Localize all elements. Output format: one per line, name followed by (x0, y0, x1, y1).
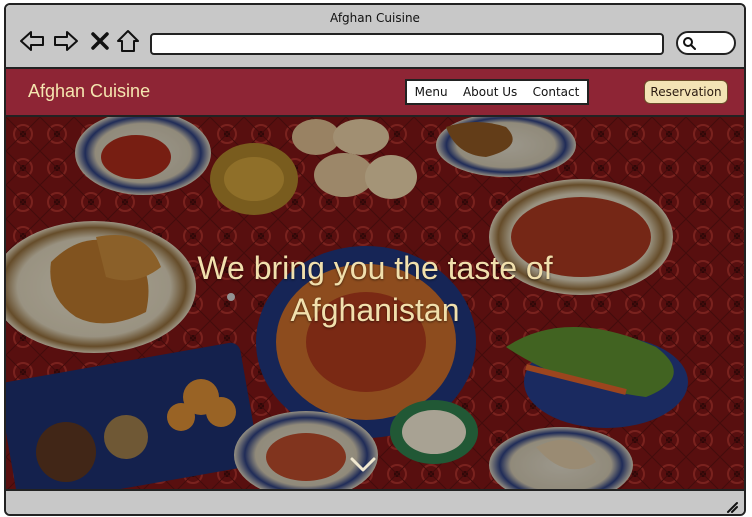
search-icon (683, 37, 696, 50)
menu-link-menu[interactable]: Menu (415, 85, 448, 99)
status-bar (6, 489, 744, 514)
reservation-button[interactable]: Reservation (644, 80, 728, 104)
back-arrow-icon[interactable] (18, 27, 46, 55)
browser-toolbar: Afghan Cuisine (6, 5, 744, 69)
hero-banner: We bring you the taste of Afghanistan (6, 117, 744, 489)
hero-heading-line-1: We bring you the taste of (197, 250, 553, 286)
chevron-down-icon[interactable] (349, 453, 377, 475)
site-navbar: Afghan Cuisine Menu About Us Contact Res… (6, 69, 744, 117)
menu-link-about-us[interactable]: About Us (463, 85, 517, 99)
resize-grip-icon[interactable] (722, 497, 738, 513)
hero-heading-line-2: Afghanistan (290, 292, 460, 328)
menu-link-contact[interactable]: Contact (533, 85, 580, 99)
site-brand[interactable]: Afghan Cuisine (28, 81, 150, 102)
address-bar[interactable] (150, 33, 664, 55)
home-icon[interactable] (114, 27, 142, 55)
forward-arrow-icon[interactable] (52, 27, 80, 55)
browser-search-field[interactable] (676, 31, 736, 55)
main-menu: Menu About Us Contact (405, 79, 589, 105)
browser-window: Afghan Cuisine Afghan Cuisine Menu About… (4, 3, 746, 516)
close-icon[interactable] (86, 27, 114, 55)
window-title: Afghan Cuisine (330, 11, 420, 25)
hero-heading: We bring you the taste of Afghanistan (6, 247, 744, 331)
